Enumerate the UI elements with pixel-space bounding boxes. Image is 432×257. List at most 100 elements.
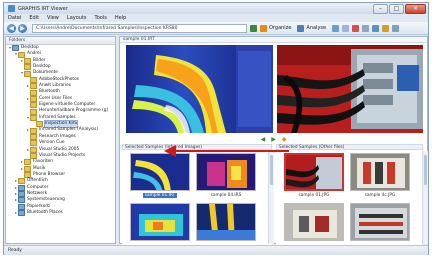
thumbnail[interactable] (130, 203, 190, 245)
system-folder-icon (18, 203, 25, 210)
next-image-button[interactable]: ▶ (271, 136, 276, 143)
back-icon[interactable]: ◀ (7, 23, 16, 33)
folder-icon (30, 146, 37, 153)
folder-icon (30, 127, 37, 134)
folder-icon (30, 83, 37, 90)
thumbnail-image (196, 203, 256, 241)
menu-tools[interactable]: Tools (95, 15, 107, 21)
menu-view[interactable]: View (47, 15, 59, 21)
thumbnail-caption: sample 4c.JPG (350, 193, 410, 198)
folder-icon (24, 57, 31, 64)
system-folder-icon (12, 45, 19, 52)
folder-icon (24, 159, 31, 166)
address-field[interactable]: C:\Users\Andre\Documents\Infrared Sample… (32, 23, 247, 33)
mark-image-button[interactable]: ◆ (282, 136, 287, 143)
thumbnail-image (350, 203, 410, 241)
infrared-grid-scroll-thumb[interactable] (270, 155, 273, 185)
folder-icon (30, 108, 37, 115)
folder-icon (30, 133, 37, 140)
folder-tree-header: Folders (6, 37, 115, 45)
properties-icon[interactable] (362, 24, 370, 32)
system-folder-icon (18, 191, 25, 198)
thumbnail-caption: sample 04.IRS (196, 193, 256, 198)
thumbnail[interactable] (350, 203, 410, 245)
thumbnail-caption: sample 01.JPG (284, 193, 344, 198)
delete-icon[interactable] (352, 24, 360, 32)
thumbnail-filename: sample 4c.JPG (364, 193, 396, 198)
thumbnail[interactable]: sample 01.JPG (284, 153, 344, 201)
folder-icon (18, 178, 25, 185)
system-folder-icon (18, 210, 25, 217)
infrared-image-viewer[interactable] (126, 45, 273, 133)
folder-icon (24, 70, 31, 77)
other-files-scroll-thumb[interactable] (424, 155, 427, 185)
tree-item-label: Bluetooth Places (27, 209, 63, 215)
organize-button[interactable]: Organize (269, 25, 291, 31)
minimize-button[interactable]: – (373, 4, 388, 14)
system-folder-icon (18, 184, 25, 191)
thumbnail[interactable]: sample 04.IRS (196, 153, 256, 201)
other-files-header: Selected Samples (Other files) (276, 144, 423, 150)
other-files-thumbnail-grid: sample 01.JPG sample 4c.JPG (276, 151, 423, 245)
system-folder-icon (18, 197, 25, 204)
viewer-caption: sample 01.IRT (120, 37, 427, 43)
folder-tree-pane: Folders ▾ Desktop ▾ Andrei ▸ Bilder Desktop ▾ Do… (5, 36, 116, 244)
other-files-scrollbar[interactable] (422, 151, 428, 244)
thumbnail-image (284, 153, 344, 191)
image-navigation: ◀ ▶ ◆ (120, 135, 427, 143)
thumbnail[interactable]: sample 4c.JPG (350, 153, 410, 201)
refresh-icon[interactable] (250, 24, 257, 32)
status-text: Ready (8, 248, 22, 253)
close-button[interactable]: × (405, 4, 426, 14)
view-icon[interactable] (372, 24, 380, 32)
analyse-button[interactable]: Analyse (306, 25, 326, 31)
forward-icon[interactable]: ▶ (18, 23, 27, 33)
content-pane: sample 01.IRT ◀ ▶ ◆ Selected Samples (In… (119, 36, 428, 245)
infrared-thumbnail-grid: sample 01.IRT sample 04.IRS (122, 151, 272, 245)
infrared-grid-scrollbar[interactable] (268, 151, 274, 244)
thumbnail-image (350, 153, 410, 191)
window-title: GRAPHIS IRT Viewer (18, 5, 68, 12)
folder-icon (30, 95, 37, 102)
title-bar[interactable]: GRAPHIS IRT Viewer – □ × (4, 3, 428, 14)
thumbnail-image (196, 153, 256, 191)
thumbnail-image (130, 153, 190, 191)
folder-icon (30, 114, 37, 121)
settings-icon[interactable] (392, 24, 400, 32)
rotate-right-icon[interactable] (342, 24, 350, 32)
thumbnail[interactable] (284, 203, 344, 245)
analyse-icon[interactable] (297, 24, 305, 32)
menu-help[interactable]: Help (115, 15, 126, 21)
thumbnail-caption: sample 01.IRT (130, 193, 190, 198)
folder-icon (30, 140, 37, 147)
folder-icon (30, 89, 37, 96)
thumbnail[interactable]: sample 01.IRT (130, 153, 190, 201)
toolbar: ◀ ▶ C:\Users\Andre\Documents\Infrared Sa… (4, 22, 428, 35)
folder-icon (18, 51, 25, 58)
folder-icon (30, 76, 37, 83)
thumbnail[interactable] (196, 203, 256, 245)
rotate-left-icon[interactable] (332, 24, 340, 32)
thumbnail-image (284, 203, 344, 241)
menu-edit[interactable]: Edit (29, 15, 39, 21)
organize-icon[interactable] (260, 24, 267, 32)
menu-layouts[interactable]: Layouts (67, 15, 87, 21)
export-icon[interactable] (382, 24, 390, 32)
thumbnail-filename: sample 01.JPG (298, 193, 330, 198)
status-bar: Ready (4, 245, 428, 255)
folder-tree: ▾ Desktop ▾ Andrei ▸ Bilder Desktop ▾ Dokumente A… (6, 45, 115, 217)
folder-icon (24, 64, 31, 71)
thumbnail-filename: sample 04.IRS (210, 193, 242, 198)
thumbnail-image (130, 203, 190, 241)
photo-image-viewer[interactable] (277, 45, 423, 133)
previous-image-button[interactable]: ◀ (261, 136, 266, 143)
app-window: GRAPHIS IRT Viewer – □ × Datei Edit View… (3, 2, 429, 255)
thumbnail-filename: sample 01.IRT (142, 193, 178, 198)
folder-icon (30, 102, 37, 109)
maximize-button[interactable]: □ (389, 4, 404, 14)
app-icon (8, 5, 15, 12)
tree-item[interactable]: ▸ Bluetooth Places (6, 209, 115, 217)
menu-file[interactable]: Datei (8, 15, 21, 21)
infrared-samples-header: Selected Samples (Infrared Images) (122, 144, 272, 150)
folder-icon (24, 165, 31, 172)
